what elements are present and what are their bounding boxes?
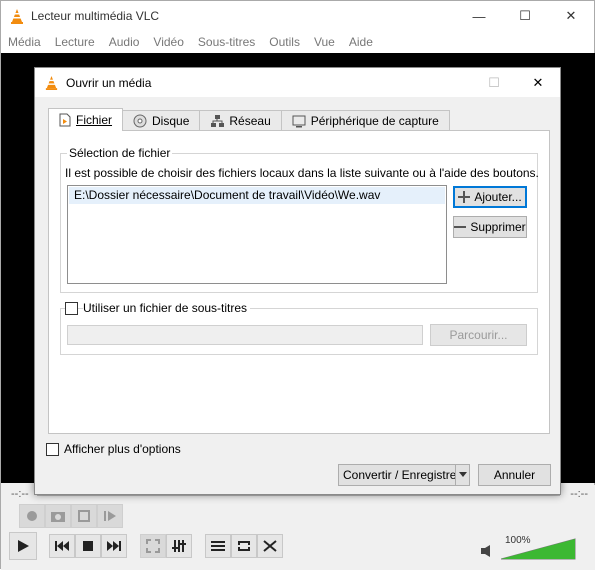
loop-button[interactable] <box>231 534 257 558</box>
time-total: --:-- <box>570 488 588 500</box>
menu-media[interactable]: Média <box>1 35 48 49</box>
menu-bar: Média Lecture Audio Vidéo Sous-titres Ou… <box>1 31 594 53</box>
time-elapsed: --:-- <box>11 488 29 500</box>
file-selection-note: Il est possible de choisir des fichiers … <box>65 166 539 180</box>
vlc-main-window: Lecteur multimédia VLC — ☐ ✕ Média Lectu… <box>0 0 595 570</box>
snapshot-button[interactable] <box>45 504 71 528</box>
frame-step-button[interactable] <box>97 504 123 528</box>
close-icon: ✕ <box>565 8 577 23</box>
menu-view[interactable]: Vue <box>307 35 342 49</box>
stop-button[interactable] <box>75 534 101 558</box>
maximize-icon: ☐ <box>488 74 500 90</box>
loop-ab-icon <box>78 510 90 522</box>
capture-device-icon <box>292 115 306 128</box>
chevron-down-icon <box>458 472 467 477</box>
convert-save-label: Convertir / Enregistrer <box>343 468 461 482</box>
tab-disc[interactable]: Disque <box>122 110 201 131</box>
cancel-button[interactable]: Annuler <box>478 464 551 486</box>
volume-control[interactable]: 100% <box>479 535 579 561</box>
vlc-titlebar: Lecteur multimédia VLC — ☐ ✕ <box>1 1 594 31</box>
file-selection-legend: Sélection de fichier <box>67 146 173 160</box>
dialog-maximize-button: ☐ <box>472 68 516 97</box>
record-icon <box>27 511 37 521</box>
browse-label: Parcourir... <box>449 328 508 342</box>
remove-file-button[interactable]: Supprimer <box>453 216 527 238</box>
tab-network[interactable]: Réseau <box>199 110 282 131</box>
convert-dropdown-button[interactable] <box>455 464 470 486</box>
menu-tools[interactable]: Outils <box>262 35 307 49</box>
minus-icon <box>454 226 467 228</box>
plus-icon <box>458 191 471 203</box>
file-list-item[interactable]: E:\Dossier nécessaire\Document de travai… <box>69 187 445 204</box>
tab-file[interactable]: Fichier <box>48 108 124 131</box>
file-list[interactable]: E:\Dossier nécessaire\Document de travai… <box>67 185 447 284</box>
convert-save-button[interactable]: Convertir / Enregistrer <box>338 464 470 486</box>
dialog-titlebar: Ouvrir un média ☐ ✕ <box>35 68 560 97</box>
use-subtitles-checkbox[interactable] <box>65 302 78 315</box>
menu-lecture[interactable]: Lecture <box>48 35 102 49</box>
open-media-dialog: Ouvrir un média ☐ ✕ Fichier Disque Résea… <box>34 67 561 495</box>
dialog-close-button[interactable]: ✕ <box>516 68 560 97</box>
play-button[interactable] <box>9 532 37 560</box>
tab-capture-device-label: Périphérique de capture <box>310 114 439 128</box>
volume-slider[interactable] <box>501 537 577 561</box>
add-file-button[interactable]: Ajouter... <box>453 186 527 208</box>
previous-icon <box>55 541 69 551</box>
menu-subtitles[interactable]: Sous-titres <box>191 35 262 49</box>
close-button[interactable]: ✕ <box>548 1 594 31</box>
tab-disc-label: Disque <box>152 114 190 128</box>
menu-audio[interactable]: Audio <box>102 35 147 49</box>
equalizer-icon <box>172 540 186 552</box>
menu-video[interactable]: Vidéo <box>146 35 190 49</box>
loop-ab-button[interactable] <box>71 504 97 528</box>
fullscreen-icon <box>146 539 160 553</box>
tab-network-label: Réseau <box>229 114 271 128</box>
maximize-icon: ☐ <box>519 8 531 23</box>
remove-file-label: Supprimer <box>470 220 526 234</box>
close-icon: ✕ <box>532 74 544 90</box>
menu-help[interactable]: Aide <box>342 35 380 49</box>
next-icon <box>107 541 121 551</box>
play-icon <box>18 540 29 552</box>
tab-file-label: Fichier <box>76 113 113 127</box>
shuffle-button[interactable] <box>257 534 283 558</box>
next-button[interactable] <box>101 534 127 558</box>
extended-settings-button[interactable] <box>166 534 192 558</box>
dialog-tabs: Fichier Disque Réseau Périphérique de ca… <box>48 108 450 131</box>
tab-capture-device[interactable]: Périphérique de capture <box>280 110 450 131</box>
window-title: Lecteur multimédia VLC <box>31 9 160 23</box>
dialog-title: Ouvrir un média <box>66 75 152 90</box>
minimize-button[interactable]: — <box>456 1 502 31</box>
show-more-options-label: Afficher plus d'options <box>64 442 181 456</box>
file-icon <box>59 113 71 127</box>
playlist-button[interactable] <box>205 534 231 558</box>
minimize-icon: — <box>472 8 486 24</box>
use-subtitles-label: Utiliser un fichier de sous-titres <box>83 301 251 315</box>
speaker-icon <box>481 545 490 557</box>
record-button[interactable] <box>19 504 45 528</box>
previous-button[interactable] <box>49 534 75 558</box>
camera-icon <box>51 512 65 522</box>
vlc-cone-icon <box>11 9 23 24</box>
add-file-label: Ajouter... <box>474 190 522 204</box>
show-more-options-checkbox[interactable] <box>46 443 59 456</box>
browse-subtitles-button: Parcourir... <box>430 324 527 346</box>
network-icon <box>211 115 225 127</box>
vlc-cone-icon <box>45 75 58 90</box>
cancel-label: Annuler <box>493 468 536 482</box>
stop-icon <box>83 541 93 551</box>
fullscreen-button[interactable] <box>140 534 166 558</box>
subtitle-path-field <box>67 325 423 345</box>
maximize-button[interactable]: ☐ <box>502 1 548 31</box>
loop-icon <box>238 541 250 551</box>
shuffle-icon <box>263 540 277 552</box>
playlist-icon <box>211 541 225 551</box>
frame-step-icon <box>104 511 116 521</box>
disc-icon <box>133 114 147 128</box>
